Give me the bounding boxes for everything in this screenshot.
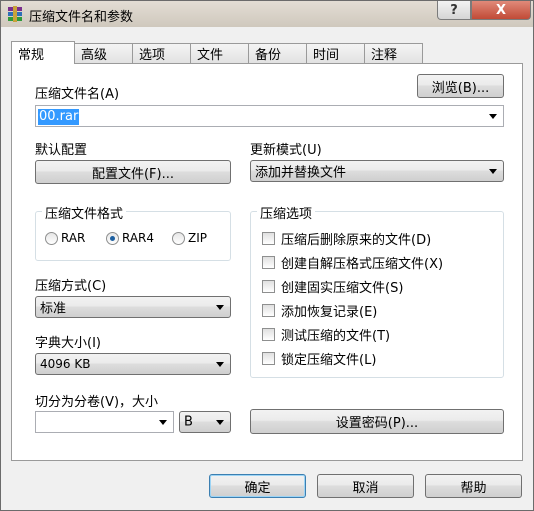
dictionary-select[interactable]: 4096 KB <box>35 353 231 375</box>
title-help-button[interactable]: ? <box>437 1 471 20</box>
option-create-sfx-label: 创建自解压格式压缩文件(X) <box>281 257 444 272</box>
split-size-combo[interactable] <box>35 411 174 433</box>
option-delete-after-label: 压缩后删除原来的文件(D) <box>281 233 432 248</box>
dialog-body: 常规 高级 选项 文件 备份 时间 注释 压缩文件名(A) 浏览(B)... 0… <box>7 27 527 504</box>
archive-format-title: 压缩文件格式 <box>42 203 127 222</box>
title-close-button[interactable]: X <box>471 1 531 20</box>
archive-name-combo[interactable]: 00.rar <box>35 105 504 127</box>
tab-comment[interactable]: 注释 <box>364 43 423 63</box>
cancel-button[interactable]: 取消 <box>317 474 414 498</box>
option-delete-after[interactable]: 压缩后删除原来的文件(D) <box>262 229 431 248</box>
option-recovery-record[interactable]: 添加恢复记录(E) <box>262 301 377 320</box>
split-volumes-label: 切分为分卷(V)，大小 <box>35 395 159 410</box>
radio-rar4[interactable]: RAR4 <box>106 231 154 245</box>
split-unit-value: B <box>184 414 193 430</box>
option-solid-label: 创建固实压缩文件(S) <box>281 281 404 296</box>
general-panel: 压缩文件名(A) 浏览(B)... 00.rar 默认配置 配置文件(F)...… <box>11 63 523 461</box>
option-lock-archive[interactable]: 锁定压缩文件(L) <box>262 349 376 368</box>
archive-options-group: 压缩选项 压缩后删除原来的文件(D) 创建自解压格式压缩文件(X) 创建固实压缩… <box>250 203 504 378</box>
radio-rar[interactable]: RAR <box>45 231 85 245</box>
option-test-files-label: 测试压缩的文件(T) <box>281 329 391 344</box>
window-title: 压缩文件名和参数 <box>29 10 134 25</box>
profile-label: 默认配置 <box>35 143 88 158</box>
browse-button[interactable]: 浏览(B)... <box>417 74 504 98</box>
radio-rar4-label: RAR4 <box>122 231 155 245</box>
option-solid[interactable]: 创建固实压缩文件(S) <box>262 277 403 296</box>
option-lock-archive-checkbox[interactable] <box>262 352 275 365</box>
option-delete-after-checkbox[interactable] <box>262 232 275 245</box>
tab-time[interactable]: 时间 <box>306 43 365 63</box>
option-test-files-checkbox[interactable] <box>262 328 275 341</box>
update-mode-dropdown-icon <box>489 169 497 174</box>
radio-zip-circle <box>172 231 185 245</box>
dictionary-label: 字典大小(I) <box>35 336 101 351</box>
option-create-sfx-checkbox[interactable] <box>262 256 275 269</box>
archive-name-dropdown-icon[interactable] <box>489 114 497 119</box>
option-lock-archive-label: 锁定压缩文件(L) <box>281 353 377 368</box>
profiles-button[interactable]: 配置文件(F)... <box>35 160 231 184</box>
title-bar: 压缩文件名和参数 ? X <box>1 1 533 27</box>
archive-name-label: 压缩文件名(A) <box>35 87 120 102</box>
radio-rar-label: RAR <box>61 231 86 245</box>
dialog-window: 压缩文件名和参数 ? X 常规 高级 选项 文件 备份 时间 注释 压缩文件名(… <box>0 0 534 511</box>
tab-backup[interactable]: 备份 <box>248 43 307 63</box>
option-create-sfx[interactable]: 创建自解压格式压缩文件(X) <box>262 253 443 272</box>
archive-options-title: 压缩选项 <box>257 203 316 222</box>
archive-format-group: 压缩文件格式 RAR RAR4 ZIP <box>35 203 231 261</box>
help-button[interactable]: 帮助 <box>425 474 522 498</box>
tab-advanced[interactable]: 高级 <box>74 43 133 63</box>
tab-files[interactable]: 文件 <box>190 43 249 63</box>
winrar-icon <box>8 6 22 22</box>
option-solid-checkbox[interactable] <box>262 280 275 293</box>
ok-button[interactable]: 确定 <box>209 474 306 498</box>
update-mode-select[interactable]: 添加并替换文件 <box>250 160 504 182</box>
set-password-button[interactable]: 设置密码(P)... <box>250 409 504 434</box>
radio-rar4-circle <box>106 231 119 245</box>
option-recovery-record-label: 添加恢复记录(E) <box>281 305 378 320</box>
split-unit-select[interactable]: B <box>179 411 231 433</box>
tab-general[interactable]: 常规 <box>11 41 75 64</box>
dictionary-value: 4096 KB <box>40 357 91 371</box>
update-mode-value: 添加并替换文件 <box>255 165 347 181</box>
split-unit-dropdown-icon <box>216 420 224 425</box>
radio-zip-label: ZIP <box>188 231 207 245</box>
option-test-files[interactable]: 测试压缩的文件(T) <box>262 325 390 344</box>
radio-zip[interactable]: ZIP <box>172 231 207 245</box>
method-dropdown-icon <box>216 305 224 310</box>
archive-name-value: 00.rar <box>38 109 80 125</box>
dictionary-dropdown-icon <box>216 362 224 367</box>
method-select[interactable]: 标准 <box>35 296 231 318</box>
tab-options[interactable]: 选项 <box>132 43 191 63</box>
split-size-dropdown-icon[interactable] <box>159 420 167 425</box>
radio-rar-circle <box>45 231 58 245</box>
update-mode-label: 更新模式(U) <box>250 143 322 158</box>
method-label: 压缩方式(C) <box>35 279 107 294</box>
option-recovery-record-checkbox[interactable] <box>262 304 275 317</box>
method-value: 标准 <box>40 301 67 317</box>
